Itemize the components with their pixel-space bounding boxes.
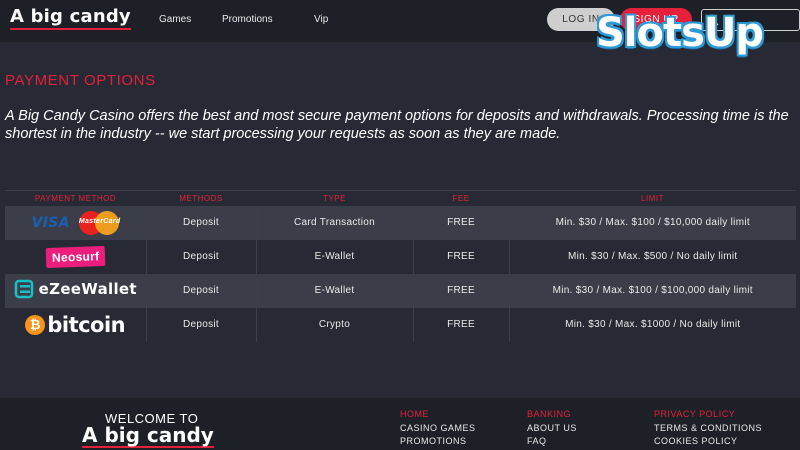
method-cell: Deposit xyxy=(146,205,257,240)
footer-link-about-us[interactable]: ABOUT US xyxy=(527,422,577,436)
table-row: ₿ bitcoin Deposit Crypto FREE Min. $30 /… xyxy=(5,307,796,342)
footer-link-promotions[interactable]: PROMOTIONS xyxy=(400,435,476,449)
visa-mastercard-logo: VISA MasterCard xyxy=(5,205,147,240)
slotsup-watermark: SlotsUp xyxy=(596,10,764,56)
footer-link-faq[interactable]: FAQ xyxy=(527,435,577,449)
limit-cell: Min. $30 / Max. $500 / No daily limit xyxy=(509,239,796,274)
footer-link-casino-games[interactable]: CASINO GAMES xyxy=(400,422,476,436)
limit-cell: Min. $30 / Max. $100 / $100,000 daily li… xyxy=(509,273,796,308)
type-cell: E-Wallet xyxy=(256,273,414,308)
table-row: Neosurf Deposit E-Wallet FREE Min. $30 /… xyxy=(5,239,796,274)
footer-link-privacy-policy[interactable]: PRIVACY POLICY xyxy=(654,408,762,422)
site-footer: WELCOME TO A big candy HOME CASINO GAMES… xyxy=(0,398,800,450)
fee-cell: FREE xyxy=(413,239,510,274)
footer-logo[interactable]: A big candy xyxy=(82,425,214,448)
page-title: PAYMENT OPTIONS xyxy=(5,72,156,89)
header-fee: FEE xyxy=(413,190,509,206)
table-row: VISA MasterCard Deposit Card Transaction… xyxy=(5,205,796,240)
footer-link-terms-conditions[interactable]: TERMS & CONDITIONS xyxy=(654,422,762,436)
bitcoin-icon: ₿ xyxy=(25,314,46,335)
mastercard-logo: MasterCard xyxy=(78,210,120,235)
footer-column: HOME CASINO GAMES PROMOTIONS xyxy=(400,408,476,449)
method-cell: Deposit xyxy=(146,273,257,308)
nav-vip[interactable]: Vip xyxy=(314,14,328,25)
footer-column: BANKING ABOUT US FAQ xyxy=(527,408,577,449)
footer-link-home[interactable]: HOME xyxy=(400,408,476,422)
visa-logo: VISA xyxy=(31,214,70,231)
limit-cell: Min. $30 / Max. $100 / $10,000 daily lim… xyxy=(509,205,796,240)
intro-text: A Big Candy Casino offers the best and m… xyxy=(5,108,789,142)
footer-link-banking[interactable]: BANKING xyxy=(527,408,577,422)
type-cell: E-Wallet xyxy=(256,239,414,274)
fee-cell: FREE xyxy=(413,307,510,342)
table-header-row: PAYMENT METHOD METHODS TYPE FEE LIMIT xyxy=(5,190,796,206)
ezeewallet-icon xyxy=(14,279,33,299)
method-cell: Deposit xyxy=(146,307,257,342)
type-cell: Crypto xyxy=(256,307,414,342)
header-methods: METHODS xyxy=(146,190,256,206)
ezeewallet-logo: eZeeWallet xyxy=(5,273,147,308)
header-payment-method: PAYMENT METHOD xyxy=(5,190,146,206)
fee-cell: FREE xyxy=(413,273,510,308)
limit-cell: Min. $30 / Max. $1000 / No daily limit xyxy=(509,307,796,342)
bitcoin-logo: ₿ bitcoin xyxy=(5,307,147,342)
header-type: TYPE xyxy=(256,190,413,206)
nav-games[interactable]: Games xyxy=(159,14,191,25)
site-logo[interactable]: A big candy xyxy=(10,7,131,30)
footer-column: PRIVACY POLICY TERMS & CONDITIONS COOKIE… xyxy=(654,408,762,449)
footer-link-cookies-policy[interactable]: COOKIES POLICY xyxy=(654,435,762,449)
method-cell: Deposit xyxy=(146,239,257,274)
payment-options-table: PAYMENT METHOD METHODS TYPE FEE LIMIT VI… xyxy=(5,190,796,342)
neosurf-logo: Neosurf xyxy=(5,239,147,274)
table-row: eZeeWallet Deposit E-Wallet FREE Min. $3… xyxy=(5,273,796,308)
nav-promotions[interactable]: Promotions xyxy=(222,14,273,25)
type-cell: Card Transaction xyxy=(256,205,414,240)
header-limit: LIMIT xyxy=(509,190,796,206)
fee-cell: FREE xyxy=(413,205,510,240)
